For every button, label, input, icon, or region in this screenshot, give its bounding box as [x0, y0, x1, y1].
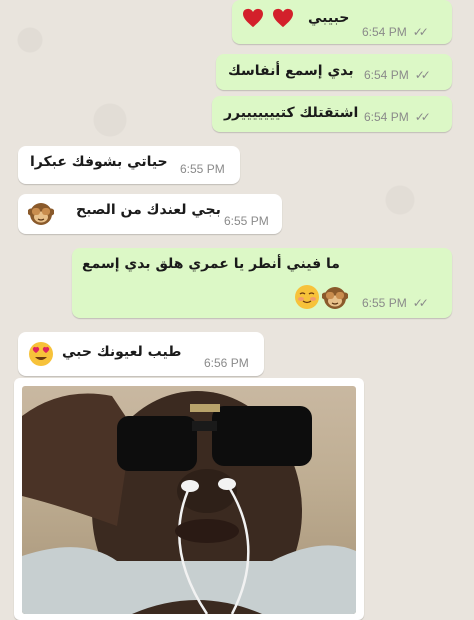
message-photo[interactable] [14, 378, 364, 620]
photo-image [22, 391, 356, 614]
message-text: طيب لعيونك حبي [62, 344, 182, 360]
message-text: اشتقتلك كتيييييييرر [224, 105, 359, 121]
message-text: ما فيني أنطر يا عمري هلق بدي إسمع [82, 256, 340, 272]
read-receipt-icon: ✓✓ [412, 25, 429, 39]
message-time: 6:54 PM ✓✓ [364, 110, 431, 124]
message-outgoing[interactable]: ما فيني أنطر يا عمري هلق بدي إسمع 6:55 P… [72, 248, 452, 318]
message-time: 6:55 PM [224, 214, 269, 228]
message-text: حبيبي [308, 10, 350, 26]
message-time: 6:54 PM ✓✓ [362, 25, 429, 39]
see-no-evil-monkey-emoji-icon [28, 203, 54, 225]
message-time: 6:56 PM [204, 356, 249, 370]
heart-eyes-emoji-icon [29, 342, 53, 366]
see-no-evil-monkey-emoji-icon [322, 287, 348, 309]
shared-photo[interactable] [22, 386, 356, 614]
message-outgoing[interactable]: بدي إسمع أنفاسك 6:54 PM ✓✓ [216, 54, 452, 90]
message-time: 6:55 PM ✓✓ [362, 296, 429, 310]
read-receipt-icon: ✓✓ [412, 296, 429, 310]
message-incoming[interactable]: حياتي بشوفك عبكرا 6:55 PM [18, 146, 240, 184]
heart-emoji-icon [243, 8, 263, 28]
heart-emoji-icon [273, 8, 293, 28]
message-outgoing[interactable]: 6:54 PM ✓✓ حبيبي [232, 0, 452, 44]
read-receipt-icon: ✓✓ [414, 110, 431, 124]
message-text: بدي إسمع أنفاسك [228, 63, 354, 79]
message-text: بجي لعندك من الصبح [76, 202, 221, 218]
message-incoming[interactable]: بجي لعندك من الصبح 6:55 PM [18, 194, 282, 234]
message-time: 6:54 PM ✓✓ [364, 68, 431, 82]
message-text: حياتي بشوفك عبكرا [30, 154, 168, 170]
smiling-blush-emoji-icon [295, 285, 319, 309]
message-time: 6:55 PM [180, 162, 225, 176]
read-receipt-icon: ✓✓ [414, 68, 431, 82]
message-incoming[interactable]: طيب لعيونك حبي 6:56 PM [18, 332, 264, 376]
message-outgoing[interactable]: اشتقتلك كتيييييييرر 6:54 PM ✓✓ [212, 96, 452, 132]
